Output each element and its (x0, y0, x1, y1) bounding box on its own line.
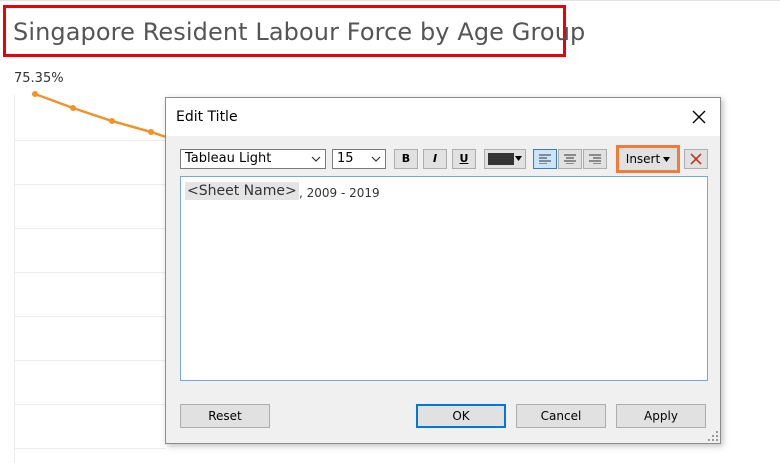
bold-button[interactable]: B (394, 149, 418, 169)
align-left-button[interactable] (533, 149, 557, 169)
data-point[interactable] (109, 118, 115, 124)
data-point[interactable] (32, 91, 38, 97)
edit-title-dialog: Edit Title Tableau Light 15 B I U Insert… (165, 97, 721, 444)
insert-label: Insert (625, 152, 661, 166)
font-size-value: 15 (337, 151, 354, 166)
series-line (34, 92, 167, 139)
title-editor[interactable]: <Sheet Name> , 2009 - 2019 (180, 176, 708, 381)
reset-button[interactable]: Reset (180, 404, 270, 428)
ok-button[interactable]: OK (416, 404, 506, 428)
dialog-titlebar[interactable]: Edit Title (166, 98, 720, 136)
insert-button[interactable]: Insert (616, 145, 680, 173)
close-icon (692, 110, 706, 124)
gridline (14, 448, 166, 449)
caret-down-icon (515, 156, 522, 161)
underline-button[interactable]: U (452, 149, 476, 169)
editor-text[interactable]: , 2009 - 2019 (299, 186, 380, 200)
apply-button[interactable]: Apply (616, 404, 706, 428)
font-size-select[interactable]: 15 (332, 149, 386, 169)
gridline (14, 184, 166, 185)
gridline (14, 316, 166, 317)
data-point[interactable] (148, 129, 154, 135)
chevron-down-icon (371, 156, 381, 162)
gridline (14, 360, 166, 361)
gridline (14, 228, 166, 229)
font-family-value: Tableau Light (185, 151, 272, 166)
cancel-button[interactable]: Cancel (516, 404, 606, 428)
clear-formatting-button[interactable] (684, 149, 708, 169)
align-center-button[interactable] (558, 149, 582, 169)
close-button[interactable] (688, 106, 710, 128)
color-swatch (488, 153, 514, 165)
gridline (14, 404, 166, 405)
dialog-title: Edit Title (176, 109, 238, 125)
gridline (14, 272, 166, 273)
sheet-name-field-token[interactable]: <Sheet Name> (185, 182, 299, 200)
align-center-icon (564, 154, 576, 164)
text-color-button[interactable] (484, 149, 526, 169)
line-chart[interactable] (0, 0, 170, 140)
align-right-button[interactable] (583, 149, 607, 169)
format-toolbar: Tableau Light 15 B I U Insert (180, 145, 708, 173)
resize-grip-icon[interactable] (708, 431, 718, 441)
clear-format-icon (690, 153, 702, 165)
chevron-down-icon (311, 156, 321, 162)
caret-down-icon (663, 156, 671, 162)
data-point[interactable] (70, 105, 76, 111)
italic-button[interactable]: I (423, 149, 447, 169)
gridline (14, 140, 166, 141)
chart-axis (14, 95, 15, 463)
align-left-icon (539, 154, 551, 164)
font-family-select[interactable]: Tableau Light (180, 149, 326, 169)
align-right-icon (589, 154, 601, 164)
